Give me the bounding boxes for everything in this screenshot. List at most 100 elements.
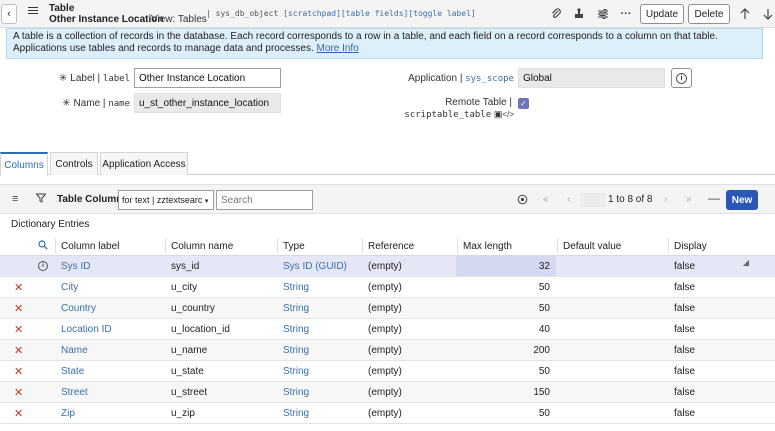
tab-columns[interactable]: Columns	[0, 152, 48, 176]
update-button[interactable]: Update	[640, 4, 684, 24]
column-header-display[interactable]: Display	[674, 241, 707, 252]
cell-display: false	[674, 345, 696, 356]
column-header-type[interactable]: Type	[283, 241, 305, 252]
list-toolbar: ≡ Table Columns for text | zztextsearc ▾…	[0, 184, 775, 214]
arrow-down-icon[interactable]	[761, 7, 775, 21]
cell-type[interactable]: String	[283, 282, 309, 293]
page-number-input[interactable]	[580, 193, 606, 207]
table-row[interactable]: ✕ Street u_street String (empty) 150 false	[0, 382, 775, 403]
table-row[interactable]: i ◢ Sys ID sys_id Sys ID (GUID) (empty) 32 fals…	[0, 256, 775, 277]
list-settings-icon[interactable]	[517, 194, 528, 208]
first-page-icon[interactable]: «	[543, 194, 549, 205]
column-search-icon[interactable]	[38, 240, 48, 253]
table-row[interactable]: ✕ Name u_name String (empty) 200 false	[0, 340, 775, 361]
column-header-reference[interactable]: Reference	[368, 241, 414, 252]
table-row[interactable]: ✕ Country u_country String (empty) 50 false	[0, 298, 775, 319]
label-input[interactable]: Other Instance Location	[134, 68, 281, 88]
record-type-label: Table	[49, 3, 75, 14]
stamp-icon[interactable]	[572, 7, 586, 21]
cell-column-label[interactable]: State	[61, 366, 84, 377]
sys-table-name: sys_db_object	[215, 9, 279, 18]
application-field-label: Application | sys_scope	[408, 73, 514, 84]
cell-display: false	[674, 282, 696, 293]
application-field-mono[interactable]: sys_scope	[465, 74, 514, 84]
delete-row-icon[interactable]: ✕	[14, 323, 23, 336]
cell-reference: (empty)	[368, 408, 402, 419]
more-icon[interactable]: ···	[619, 7, 633, 21]
cell-column-label[interactable]: Street	[61, 387, 88, 398]
cell-column-label[interactable]: Country	[61, 303, 96, 314]
cell-max-length: 32	[538, 261, 550, 272]
new-button[interactable]: New	[726, 190, 758, 210]
cell-reference: (empty)	[368, 282, 402, 293]
column-header-label[interactable]: Column label	[61, 241, 119, 252]
prev-page-icon[interactable]: ‹	[567, 194, 570, 205]
cell-column-name: u_name	[171, 345, 208, 356]
table-row[interactable]: ✕ Zip u_zip String (empty) 50 false	[0, 403, 775, 424]
delete-row-icon[interactable]: ✕	[14, 365, 23, 378]
related-list-tabs: Columns Controls Application Access	[0, 152, 775, 176]
cell-type[interactable]: String	[283, 345, 309, 356]
list-search-input[interactable]: Search	[216, 190, 313, 210]
cell-type[interactable]: String	[283, 366, 309, 377]
cell-column-label[interactable]: City	[61, 282, 78, 293]
delete-row-icon[interactable]: ✕	[14, 386, 23, 399]
paperclip-icon[interactable]	[549, 7, 563, 21]
tab-controls[interactable]: Controls	[50, 152, 98, 175]
delete-row-icon[interactable]: ✕	[14, 407, 23, 420]
remote-table-mono-label: scriptable_table ▣</>	[392, 109, 514, 120]
application-field-text: Application	[408, 73, 458, 84]
delete-row-icon[interactable]: ✕	[14, 302, 23, 315]
table-row[interactable]: ✕ State u_state String (empty) 50 false	[0, 361, 775, 382]
column-header-name[interactable]: Column name	[171, 241, 233, 252]
record-name-label: Other Instance Location	[49, 14, 164, 25]
cell-type[interactable]: String	[283, 324, 309, 335]
tab-application-access[interactable]: Application Access	[100, 152, 188, 175]
search-field-select[interactable]: for text | zztextsearc ▾	[118, 190, 214, 210]
cell-max-length: 50	[538, 282, 550, 293]
delete-row-icon[interactable]: ✕	[14, 281, 23, 294]
cell-column-name: u_zip	[171, 408, 195, 419]
sys-tag-links[interactable]: [scratchpad][table fields][toggle label]	[283, 9, 476, 18]
delete-row-icon[interactable]: ✕	[14, 344, 23, 357]
label-field-mono: label	[102, 74, 130, 84]
next-page-icon[interactable]: ›	[664, 194, 667, 205]
cell-column-label[interactable]: Zip	[61, 408, 75, 419]
list-menu-icon[interactable]: ≡	[12, 193, 18, 205]
cell-type[interactable]: Sys ID (GUID)	[283, 261, 347, 272]
cell-column-name: u_state	[171, 366, 204, 377]
cell-type[interactable]: String	[283, 387, 309, 398]
last-page-icon[interactable]: »	[686, 194, 692, 205]
collapse-icon[interactable]: —	[708, 191, 720, 205]
cell-reference: (empty)	[368, 324, 402, 335]
form-menu-icon[interactable]	[28, 7, 38, 17]
sliders-icon[interactable]	[596, 7, 610, 21]
cell-max-length: 40	[538, 324, 550, 335]
cell-display: false	[674, 387, 696, 398]
cell-column-label[interactable]: Name	[61, 345, 88, 356]
cell-type[interactable]: String	[283, 408, 309, 419]
column-header-max-length[interactable]: Max length	[463, 241, 512, 252]
back-button[interactable]: ‹	[1, 4, 17, 24]
cell-column-label[interactable]: Sys ID	[61, 261, 90, 272]
name-input: u_st_other_instance_location	[134, 93, 281, 113]
more-info-link[interactable]: More Info	[317, 43, 359, 54]
remote-table-mono: scriptable_table	[404, 110, 492, 120]
label-field-label: ✳ Label | label	[58, 73, 130, 84]
application-info-button[interactable]: i	[671, 68, 692, 88]
view-label: View: Tables	[151, 14, 207, 25]
delete-button[interactable]: Delete	[688, 4, 730, 24]
table-row[interactable]: ✕ Location ID u_location_id String (empty) 40…	[0, 319, 775, 340]
cell-column-label[interactable]: Location ID	[61, 324, 112, 335]
name-field-text: Name	[73, 98, 101, 109]
arrow-up-icon[interactable]	[738, 7, 752, 21]
filter-icon[interactable]	[35, 193, 47, 206]
remote-table-checkbox[interactable]: ✓	[518, 98, 529, 109]
code-icon[interactable]: </>	[502, 110, 514, 119]
cell-reference: (empty)	[368, 261, 402, 272]
column-header-default-value[interactable]: Default value	[563, 241, 621, 252]
table-row[interactable]: ✕ City u_city String (empty) 50 false	[0, 277, 775, 298]
mandatory-icon: ✳	[62, 98, 71, 109]
info-icon[interactable]: i	[38, 261, 48, 271]
cell-type[interactable]: String	[283, 303, 309, 314]
